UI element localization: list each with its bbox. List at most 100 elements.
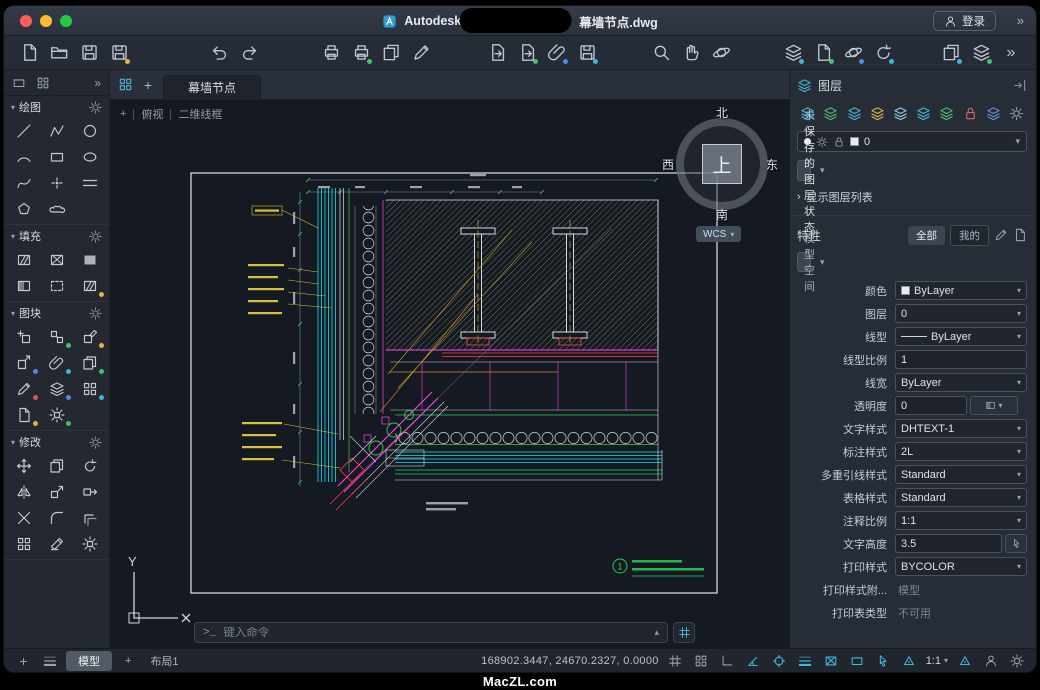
new-file-button[interactable] [16, 40, 42, 66]
command-history-toggle[interactable]: ▴ [654, 627, 659, 638]
insert-block-tool[interactable] [7, 324, 40, 350]
text-height-input[interactable] [895, 534, 1002, 553]
dim-style-dropdown[interactable]: 2L▾ [895, 442, 1027, 461]
zoom-tool-button[interactable] [648, 40, 674, 66]
layer-state-dropdown[interactable]: 未保存的图层状态 ▾ [797, 160, 811, 181]
polygon-tool[interactable] [7, 196, 40, 222]
circle-tool[interactable] [73, 118, 106, 144]
block-definition-tool[interactable] [7, 402, 40, 428]
edit-button[interactable] [408, 40, 434, 66]
ortho-toggle[interactable] [718, 651, 737, 670]
show-layer-list-button[interactable]: › 显示图层列表 [797, 187, 1027, 207]
compass-east[interactable]: 东 [766, 156, 778, 173]
settings-gear-icon[interactable] [1007, 651, 1026, 670]
gradient-tool[interactable] [7, 273, 40, 299]
gear-icon[interactable] [89, 307, 102, 320]
layer-dropdown[interactable]: 0▾ [895, 304, 1027, 323]
view-switcher-icon[interactable] [118, 77, 133, 92]
minimize-button[interactable] [40, 15, 52, 27]
annotation-visibility-toggle[interactable] [900, 651, 919, 670]
snap-toggle[interactable] [692, 651, 711, 670]
write-block-tool[interactable] [7, 350, 40, 376]
orbit-tool-button[interactable] [708, 40, 734, 66]
layout-menu-icon[interactable] [40, 651, 59, 670]
save-button[interactable] [76, 40, 102, 66]
lineweight-toggle[interactable] [796, 651, 815, 670]
command-input[interactable] [223, 627, 647, 639]
move-tool[interactable] [7, 453, 40, 479]
login-button[interactable]: 登录 [933, 11, 996, 31]
rotate-tool[interactable] [73, 453, 106, 479]
text-height-picker-button[interactable] [1005, 534, 1027, 553]
copy-block-tool[interactable] [73, 350, 106, 376]
property-sheet-icon[interactable] [1013, 228, 1027, 242]
lineweight-dropdown[interactable]: ByLayer▾ [895, 373, 1027, 392]
palette-grid-icon[interactable] [36, 76, 50, 90]
gear-icon[interactable] [89, 230, 102, 243]
attach-xref-tool[interactable] [40, 350, 73, 376]
copy-tool[interactable] [40, 453, 73, 479]
clipboard-tools-button[interactable] [938, 40, 964, 66]
batch-save-button[interactable] [574, 40, 600, 66]
drawing-canvas[interactable]: + 俯视 二维线框 [110, 100, 789, 648]
compass-west[interactable]: 西 [662, 156, 674, 173]
export-button[interactable] [484, 40, 510, 66]
wcs-dropdown[interactable]: WCS ▾ [696, 226, 741, 242]
save-as-button[interactable] [106, 40, 132, 66]
layer-lock-button[interactable] [959, 102, 980, 124]
new-layer-button[interactable] [797, 102, 818, 124]
object-snap-toggle[interactable] [770, 651, 789, 670]
mirror-tool[interactable] [7, 479, 40, 505]
marquee-tool-icon[interactable] [12, 76, 26, 90]
chevron-down-icon[interactable]: ▾ [11, 438, 15, 447]
edit-block-tool[interactable] [73, 324, 106, 350]
zoom-button[interactable] [60, 15, 72, 27]
print-button[interactable] [318, 40, 344, 66]
text-style-dropdown[interactable]: DHTEXT-1▾ [895, 419, 1027, 438]
auto-scale-toggle[interactable] [955, 651, 974, 670]
spline-tool[interactable] [7, 170, 40, 196]
linetype-dropdown[interactable]: ByLayer▾ [895, 327, 1027, 346]
revision-cloud-tool[interactable] [40, 196, 73, 222]
view-compass[interactable]: 北 南 西 东 上 WCS ▾ [660, 100, 784, 248]
crosshatch-tool[interactable] [40, 247, 73, 273]
stretch-tool[interactable] [73, 479, 106, 505]
explode-tool[interactable] [73, 531, 106, 557]
hatch-tool[interactable] [7, 247, 40, 273]
palette-overflow-icon[interactable]: » [94, 76, 101, 90]
undo-button[interactable] [206, 40, 232, 66]
space-dropdown[interactable]: 模型空间 ▾ [797, 252, 811, 272]
refresh-button[interactable] [870, 40, 896, 66]
title-bar[interactable]: Autodesk 幕墙节点.dwg 登录 » [4, 6, 1036, 36]
edit-properties-icon[interactable] [994, 228, 1008, 242]
create-block-tool[interactable] [40, 324, 73, 350]
copy-button[interactable] [378, 40, 404, 66]
viewport-view-menu[interactable]: 俯视 [141, 106, 163, 122]
model-tab[interactable]: 模型 [66, 651, 112, 671]
plot-settings-button[interactable] [348, 40, 374, 66]
file-tab-active[interactable]: 幕墙节点 [163, 75, 261, 100]
layer-freeze-button[interactable] [867, 102, 888, 124]
layout1-tab[interactable]: 布局1 [144, 651, 184, 671]
filter-all-button[interactable]: 全部 [908, 226, 945, 245]
line-tool[interactable] [7, 118, 40, 144]
fillet-tool[interactable] [40, 505, 73, 531]
selection-cycling-toggle[interactable] [848, 651, 867, 670]
hatch-edit-tool[interactable] [73, 273, 106, 299]
add-layout-button[interactable]: + [14, 651, 33, 670]
open-file-button[interactable] [46, 40, 72, 66]
filter-mine-button[interactable]: 我的 [950, 225, 989, 246]
layer-off-button[interactable] [890, 102, 911, 124]
erase-tool[interactable] [40, 531, 73, 557]
grid-toggle[interactable] [666, 651, 685, 670]
chevron-down-icon[interactable]: ▾ [11, 309, 15, 318]
gear-icon[interactable] [89, 101, 102, 114]
viewport-visual-style-menu[interactable]: 二维线框 [178, 106, 222, 122]
annotation-scale-button[interactable]: 1:1 ▾ [926, 655, 948, 667]
linetype-scale-input[interactable] [895, 350, 1027, 369]
construction-line-tool[interactable] [73, 170, 106, 196]
ellipse-tool[interactable] [73, 144, 106, 170]
attribute-edit-tool[interactable] [7, 376, 40, 402]
block-array-tool[interactable] [73, 376, 106, 402]
new-drawing-tab-button[interactable]: + [139, 77, 157, 93]
